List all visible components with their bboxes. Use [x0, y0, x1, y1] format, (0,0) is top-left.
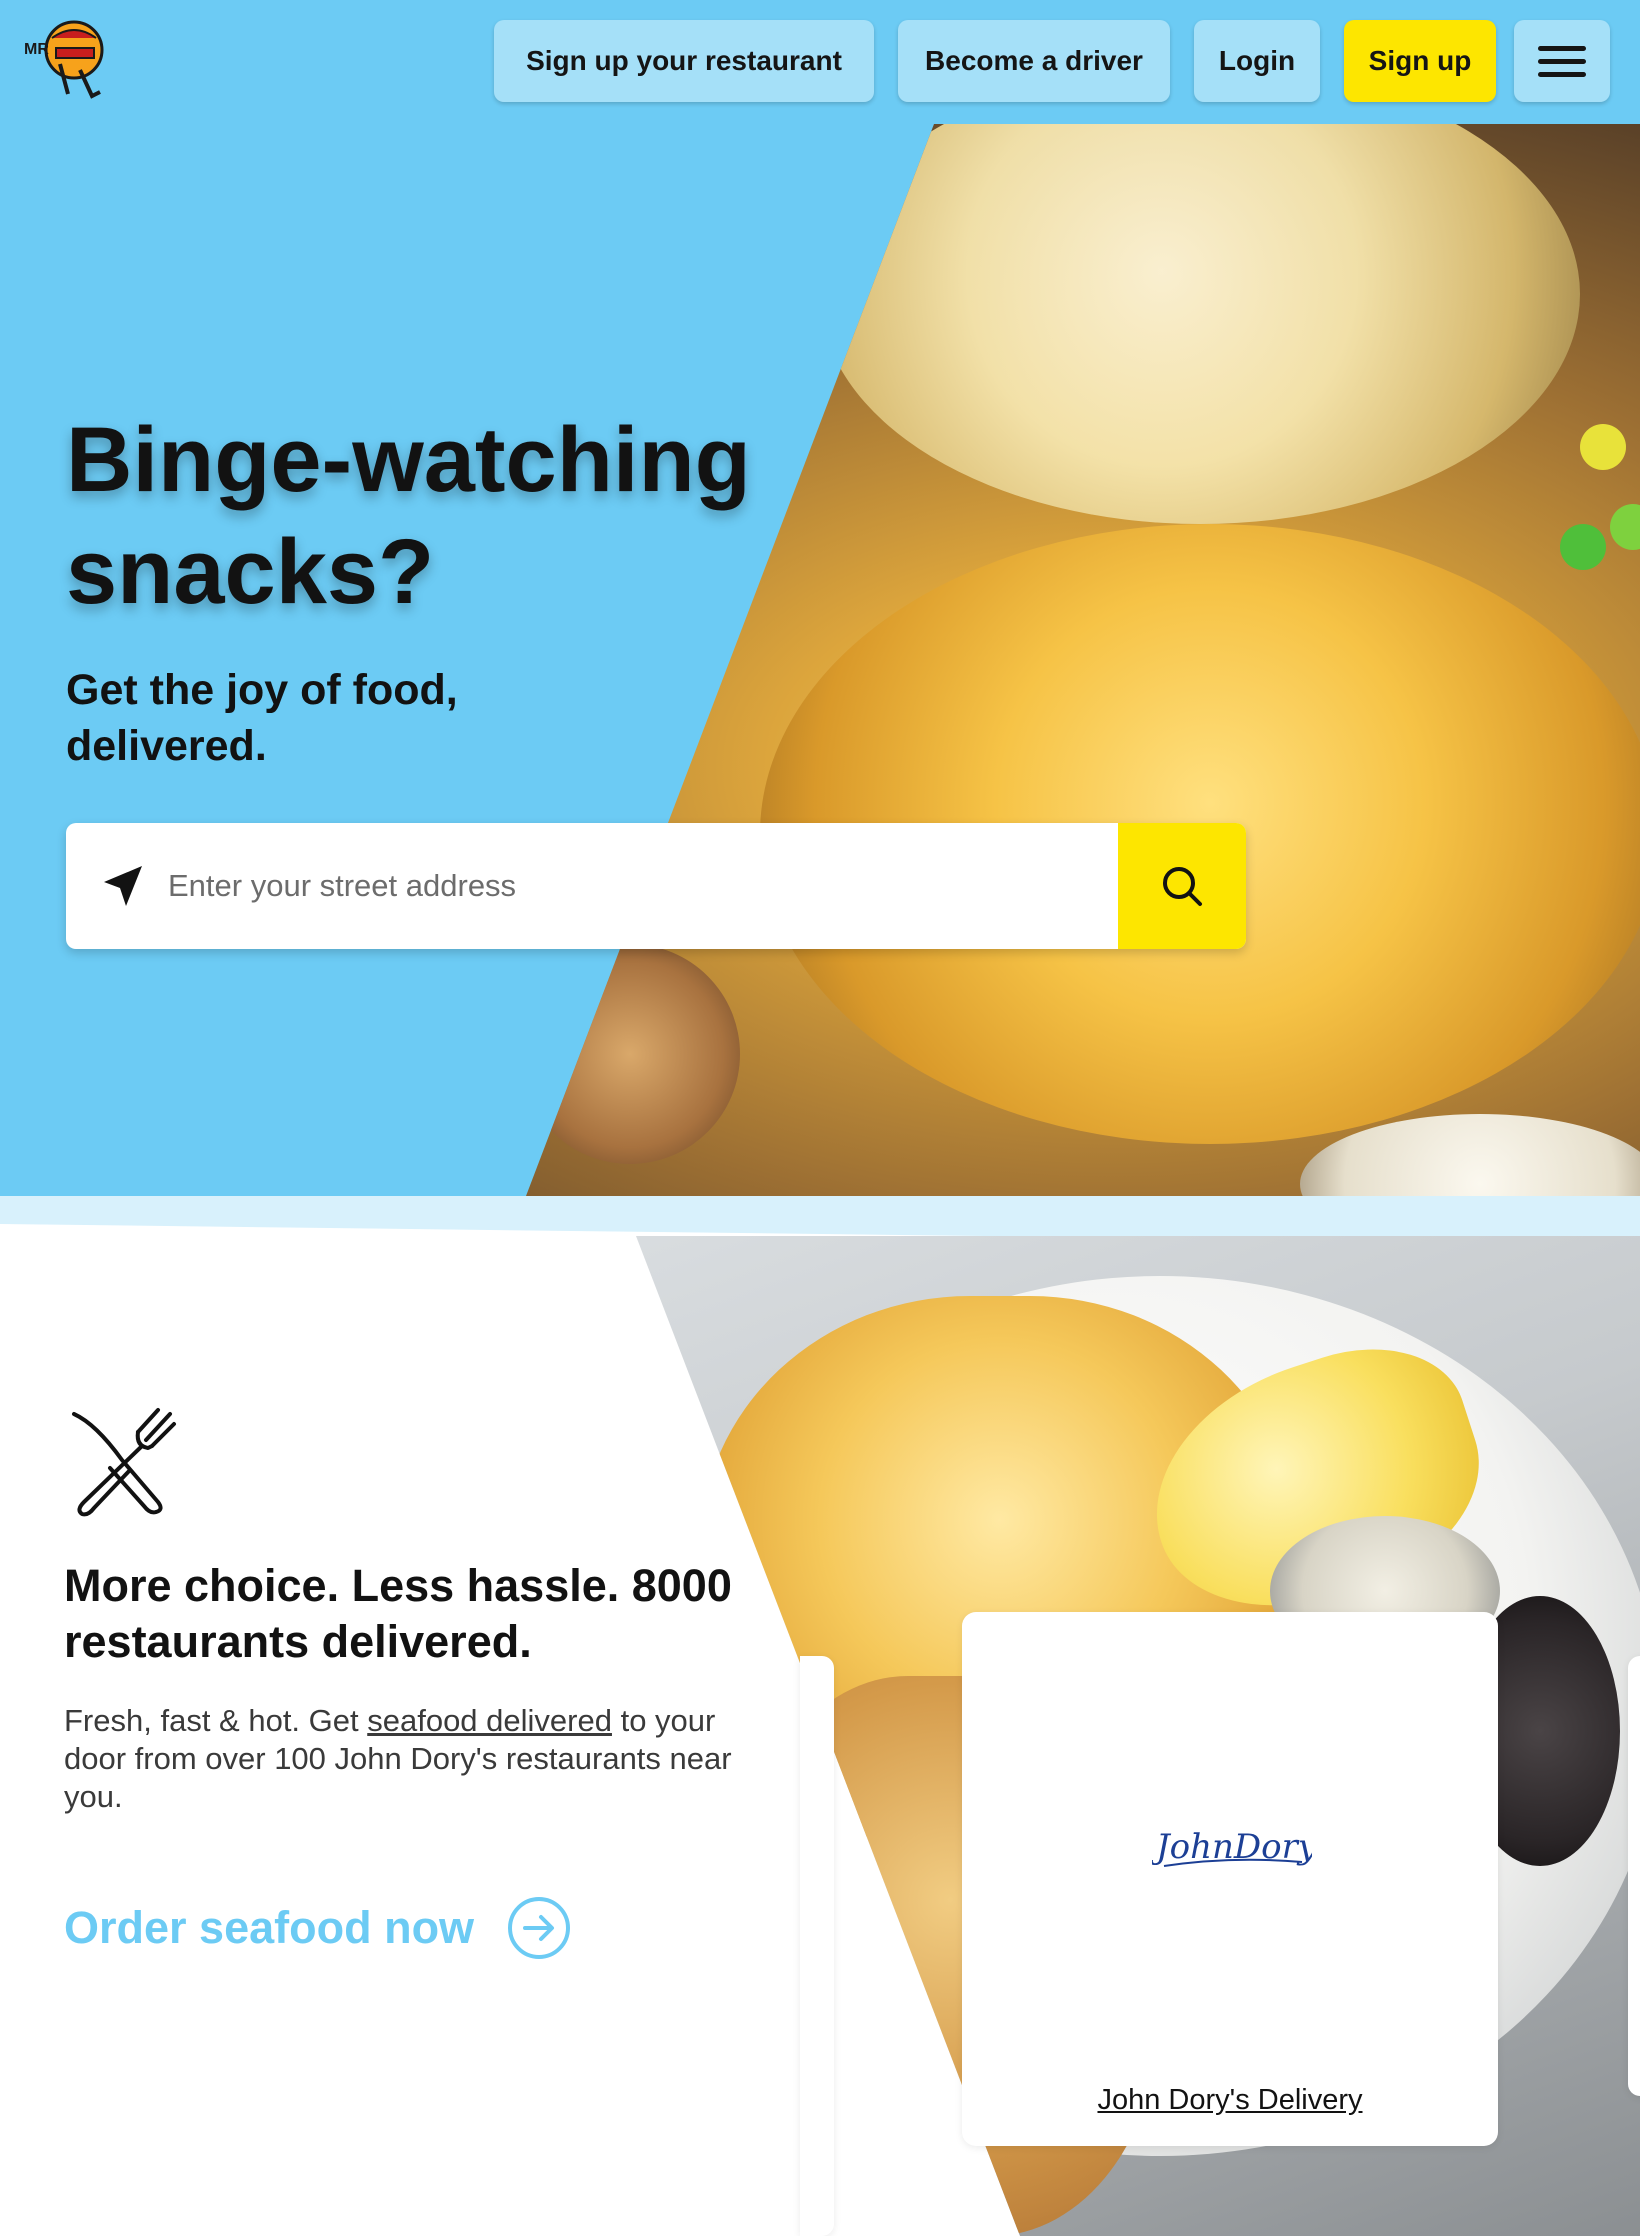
nuts-bowl [526, 944, 740, 1164]
address-search-box [66, 823, 1246, 949]
top-header: MR Sign up your restaurant Become a driv… [0, 0, 1640, 124]
hamburger-line [1538, 58, 1586, 64]
signup-restaurant-button[interactable]: Sign up your restaurant [494, 20, 874, 102]
hamburger-line [1538, 71, 1586, 77]
order-seafood-link[interactable]: Order seafood now [64, 1892, 572, 1964]
order-seafood-label: Order seafood now [64, 1902, 475, 1953]
candy [1560, 524, 1606, 570]
hamburger-menu-icon [1538, 45, 1586, 51]
navigation-arrow-icon[interactable] [98, 862, 146, 910]
john-dorys-logo: JohnDory's [1152, 1827, 1312, 1867]
hero-section: Binge-watching snacks? Get the joy of fo… [0, 124, 1640, 1196]
street-address-input[interactable] [168, 823, 1108, 949]
restaurant-card-next[interactable] [1628, 1656, 1640, 2096]
arrow-right-circle-icon [508, 1897, 571, 1959]
popcorn-bowl [820, 124, 1580, 524]
snacks-photo [526, 124, 1640, 1196]
search-icon [1163, 867, 1202, 906]
restaurant-card-prev[interactable] [800, 1656, 834, 2236]
hero-title: Binge-watching snacks? [66, 409, 751, 623]
restaurant-card[interactable]: JohnDory's John Dory's Delivery [962, 1612, 1498, 2146]
candy [1610, 504, 1640, 550]
restaurants-section: More choice. Less hassle. 8000 restauran… [0, 1236, 1640, 2236]
hero-subtitle: Get the joy of food, delivered. [66, 666, 458, 770]
become-driver-button[interactable]: Become a driver [898, 20, 1170, 102]
seafood-delivered-link[interactable]: seafood delivered [367, 1703, 612, 1738]
section-description: Fresh, fast & hot. Get seafood delivered… [64, 1702, 754, 1816]
description-text: Fresh, fast & hot. Get [64, 1703, 368, 1738]
knife-fork-icon [72, 1408, 176, 1517]
candy [1580, 424, 1626, 470]
mr-d-logo[interactable]: MR [22, 14, 106, 104]
section-title: More choice. Less hassle. 8000 restauran… [64, 1560, 732, 1667]
login-button[interactable]: Login [1194, 20, 1320, 102]
logo-text: MR [24, 41, 49, 58]
hamburger-menu-button[interactable] [1514, 20, 1610, 102]
search-button[interactable] [1118, 823, 1246, 949]
signup-button[interactable]: Sign up [1344, 20, 1496, 102]
john-dorys-delivery-link[interactable]: John Dory's Delivery [962, 2084, 1498, 2117]
